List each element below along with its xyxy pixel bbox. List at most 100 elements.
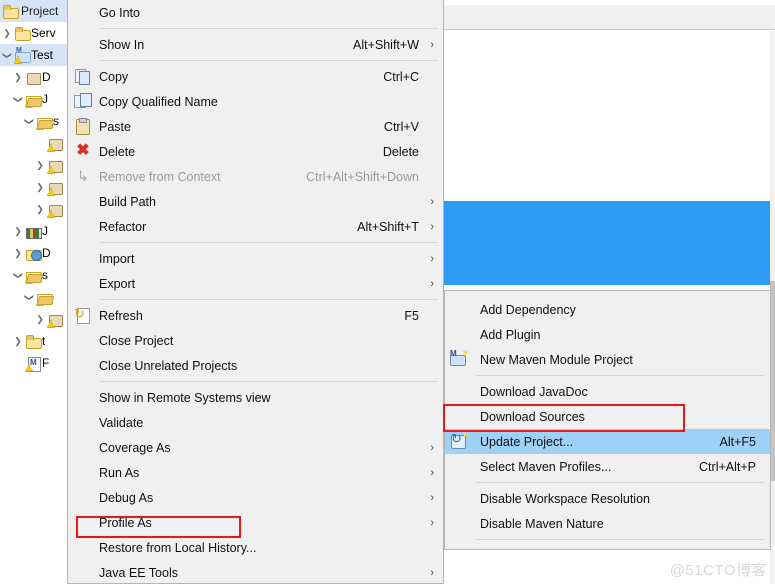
context-menu-item-copy-qualified-name[interactable]: Copy Qualified Name — [68, 89, 443, 114]
icon-shape — [450, 431, 469, 449]
tree-item-label: J — [42, 224, 48, 238]
source-folder-icon — [25, 268, 42, 284]
icon-shape — [36, 115, 53, 130]
tree-item-1[interactable]: Test — [0, 44, 67, 66]
maven-submenu-item-select-maven-profiles[interactable]: Select Maven Profiles... Ctrl+Alt+P — [445, 454, 770, 479]
twisty-expanded-icon[interactable] — [11, 270, 25, 281]
twisty-collapsed-icon[interactable] — [33, 204, 47, 215]
maven-submenu-item-label: New Maven Module Project — [480, 352, 633, 367]
context-menu-item-show-in[interactable]: Show In Alt+Shift+W › — [68, 32, 443, 57]
context-menu-item-label: Go Into — [99, 5, 140, 20]
maven-submenu-item-disable-workspace-resolution[interactable]: Disable Workspace Resolution — [445, 486, 770, 511]
context-menu-item-remove-from-context: ↳ Remove from Context Ctrl+Alt+Shift+Down — [68, 164, 443, 189]
context-menu-item-run-as[interactable]: Run As › — [68, 460, 443, 485]
warning-badge-icon — [25, 275, 33, 284]
tree-item-15[interactable]: F — [0, 352, 67, 374]
context-menu-item-shortcut: Ctrl+C — [383, 69, 419, 84]
context-menu-item-close-unrelated-projects[interactable]: Close Unrelated Projects — [68, 353, 443, 378]
twisty-expanded-icon[interactable] — [11, 94, 25, 105]
twisty-collapsed-icon[interactable] — [33, 182, 47, 193]
icon-shape — [47, 137, 63, 152]
context-menu-item-label: Close Project — [99, 333, 174, 348]
pom-xml-icon — [25, 356, 42, 372]
maven-submenu-item-disable-maven-nature[interactable]: Disable Maven Nature — [445, 511, 770, 536]
warning-badge-icon — [25, 363, 33, 372]
package-explorer-icon — [3, 4, 19, 19]
tree-item-label: t — [42, 334, 46, 348]
twisty-collapsed-icon[interactable] — [33, 314, 47, 325]
twisty-collapsed-icon[interactable] — [11, 336, 25, 347]
context-menu-item-profile-as[interactable]: Profile As › — [68, 510, 443, 535]
project-context-menu[interactable]: Go Into Show In Alt+Shift+W › Copy Ctrl+C Copy… — [67, 0, 444, 584]
twisty-expanded-icon[interactable] — [22, 116, 36, 127]
icon-shape — [26, 334, 42, 349]
tree-item-14[interactable]: t — [0, 330, 67, 352]
tree-item-11[interactable]: s — [0, 264, 67, 286]
maven-submenu-item-add-plugin[interactable]: Add Plugin — [445, 322, 770, 347]
submenu-chevron-right-icon: › — [430, 491, 434, 504]
twisty-collapsed-icon[interactable] — [11, 226, 25, 237]
context-menu-item-refactor[interactable]: Refactor Alt+Shift+T › — [68, 214, 443, 239]
maven-submenu-item-download-javadoc[interactable]: Download JavaDoc — [445, 379, 770, 404]
tree-item-0[interactable]: Serv — [0, 22, 67, 44]
icon-shape — [26, 247, 42, 261]
twisty-collapsed-icon[interactable] — [11, 248, 25, 259]
maven-submenu-item-assign-working-sets[interactable]: Assign Working Sets... — [445, 543, 770, 550]
package-explorer-panel: Project ServTestDJsJDstF — [0, 0, 68, 584]
maven-submenu-item-label: Update Project... — [480, 434, 574, 449]
context-menu-item-export[interactable]: Export › — [68, 271, 443, 296]
context-menu-item-build-path[interactable]: Build Path › — [68, 189, 443, 214]
context-menu-item-paste[interactable]: Paste Ctrl+V — [68, 114, 443, 139]
icon-shape — [450, 349, 469, 367]
submenu-chevron-right-icon: › — [430, 220, 434, 233]
context-menu-item-import[interactable]: Import › — [68, 246, 443, 271]
eclipse-ide-window: Project ServTestDJsJDstF TestWeb/pom.xml… — [0, 0, 775, 584]
tree-item-4[interactable]: s — [0, 110, 67, 132]
twisty-collapsed-icon[interactable] — [11, 72, 25, 83]
maven-submenu-item-add-dependency[interactable]: Add Dependency — [445, 297, 770, 322]
context-menu-item-label: Debug As — [99, 490, 154, 505]
tree-item-12[interactable] — [0, 286, 67, 308]
context-menu-item-copy[interactable]: Copy Ctrl+C — [68, 64, 443, 89]
submenu-chevron-right-icon: › — [430, 277, 434, 290]
tree-item-5[interactable] — [0, 132, 67, 154]
maven-submenu[interactable]: Add Dependency Add Plugin New Maven Module… — [444, 290, 771, 550]
context-menu-item-close-project[interactable]: Close Project — [68, 328, 443, 353]
context-menu-item-validate[interactable]: Validate — [68, 410, 443, 435]
maven-submenu-item-shortcut: Alt+F5 — [719, 434, 756, 449]
context-menu-item-shortcut: Ctrl+Alt+Shift+Down — [306, 169, 419, 184]
maven-submenu-item-new-maven-module-project[interactable]: New Maven Module Project — [445, 347, 770, 372]
delete-icon: ✖ — [74, 143, 93, 160]
maven-submenu-item-download-sources[interactable]: Download Sources — [445, 404, 770, 429]
tree-item-3[interactable]: J — [0, 88, 67, 110]
context-menu-item-label: Validate — [99, 415, 144, 430]
deployment-icon — [25, 70, 42, 85]
tree-item-6[interactable] — [0, 154, 67, 176]
warning-badge-icon — [36, 297, 44, 306]
context-menu-item-coverage-as[interactable]: Coverage As › — [68, 435, 443, 460]
context-menu-item-show-in-remote-systems-view[interactable]: Show in Remote Systems view — [68, 385, 443, 410]
tree-item-8[interactable] — [0, 198, 67, 220]
tree-item-9[interactable]: J — [0, 220, 67, 242]
twisty-collapsed-icon[interactable] — [0, 28, 14, 39]
tree-item-label: Test — [31, 48, 54, 62]
tree-item-13[interactable] — [0, 308, 67, 330]
twisty-collapsed-icon[interactable] — [33, 160, 47, 171]
twisty-expanded-icon[interactable] — [22, 292, 36, 303]
context-menu-item-refresh[interactable]: Refresh F5 — [68, 303, 443, 328]
maven-submenu-item-label: Disable Maven Nature — [480, 516, 604, 531]
icon-shape — [25, 269, 42, 284]
context-menu-item-debug-as[interactable]: Debug As › — [68, 485, 443, 510]
tree-item-10[interactable]: D — [0, 242, 67, 264]
context-menu-item-java-ee-tools[interactable]: Java EE Tools › — [68, 560, 443, 583]
context-menu-item-restore-from-local-history[interactable]: Restore from Local History... — [68, 535, 443, 560]
tree-item-2[interactable]: D — [0, 66, 67, 88]
twisty-expanded-icon[interactable] — [0, 50, 14, 61]
tree-item-label: D — [42, 246, 51, 260]
tree-item-7[interactable] — [0, 176, 67, 198]
context-menu-item-delete[interactable]: ✖ Delete Delete — [68, 139, 443, 164]
warning-badge-icon — [47, 187, 55, 196]
context-menu-item-go-into[interactable]: Go Into — [68, 0, 443, 25]
context-menu-item-shortcut: Delete — [382, 144, 419, 159]
maven-submenu-item-update-project[interactable]: Update Project... Alt+F5 — [445, 429, 770, 454]
